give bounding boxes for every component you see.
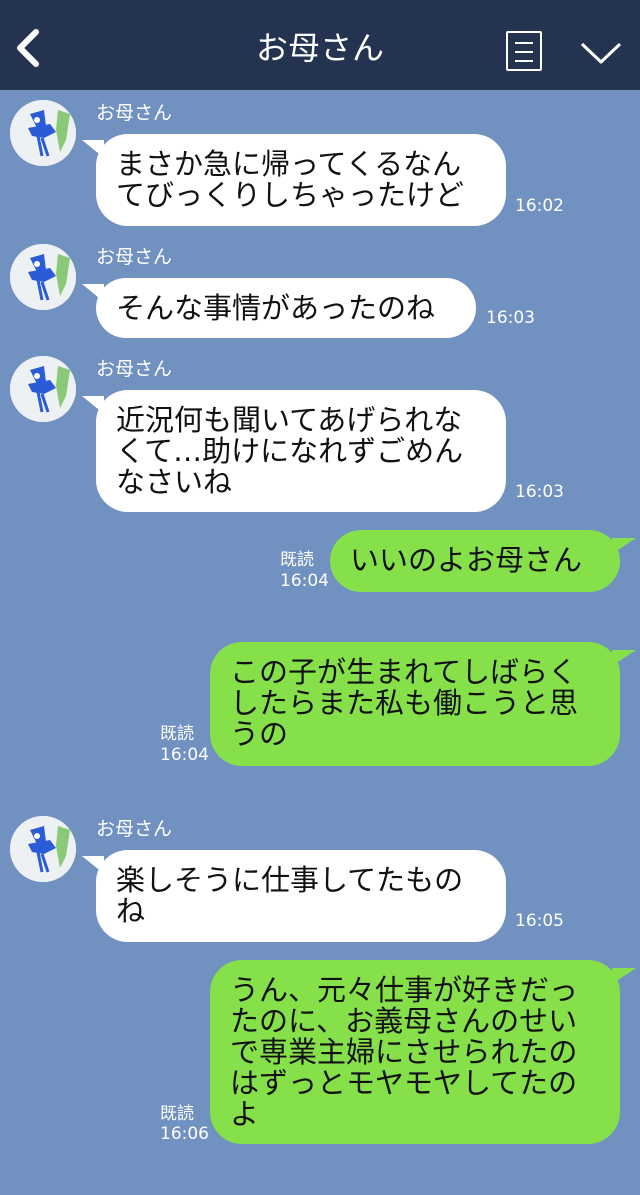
sender-name: お母さん (96, 102, 173, 124)
read-receipt: 既読 (160, 724, 194, 744)
read-receipt: 既読 (160, 1104, 194, 1124)
message-line: たのに、お義母さんのせい (230, 1004, 578, 1038)
message-time: 16:05 (515, 911, 564, 931)
avatar-drawing-icon (10, 356, 76, 422)
message-line: うの (230, 717, 289, 751)
message-line: 楽しそうに仕事してたもの (116, 863, 464, 897)
message-line: したらまた私も働こうと思 (230, 686, 579, 720)
chat-header: お母さん (0, 0, 640, 90)
sender-name: お母さん (96, 246, 173, 268)
message-line: くて…助けになれずごめん (116, 434, 464, 468)
message-line: うん、元々仕事が好きだっ (230, 973, 579, 1007)
chevron-down-icon (580, 42, 622, 64)
message-line: いいのよお母さん (350, 543, 583, 577)
message-line: はずっとモヤモヤしてたの (230, 1066, 578, 1100)
message-line: そんな事情があったのね (116, 291, 436, 325)
menu-list-icon (515, 42, 533, 44)
message-bubble[interactable]: この子が生まれてしばらく したらまた私も働こうと思 うの (210, 642, 636, 766)
message-line: ね (116, 894, 146, 928)
message-line: 近況何も聞いてあげられな (116, 403, 463, 437)
message-line: で専業主婦にさせられたの (230, 1035, 578, 1069)
menu-button[interactable] (506, 31, 542, 71)
message-bubble[interactable]: うん、元々仕事が好きだっ たのに、お義母さんのせい で専業主婦にさせられたの は… (210, 960, 636, 1144)
message-time: 16:06 (160, 1124, 209, 1144)
avatar[interactable] (10, 356, 76, 422)
avatar-drawing-icon (10, 244, 76, 310)
avatar-drawing-icon (10, 816, 76, 882)
message-bubble[interactable]: まさか急に帰ってくるなん てびっくりしちゃったけど (82, 134, 506, 226)
message-bubble[interactable]: 楽しそうに仕事してたもの ね (82, 850, 506, 942)
message-line: よ (230, 1097, 260, 1131)
avatar[interactable] (10, 244, 76, 310)
read-receipt: 既読 (280, 550, 314, 570)
message-time: 16:03 (486, 308, 535, 328)
avatar-drawing-icon (10, 100, 76, 166)
message-line: まさか急に帰ってくるなん (116, 147, 462, 181)
avatar[interactable] (10, 100, 76, 166)
message-time: 16:03 (515, 482, 564, 502)
sender-name: お母さん (96, 358, 173, 380)
message-bubble[interactable]: そんな事情があったのね (82, 278, 476, 338)
message-time: 16:02 (515, 196, 564, 216)
chat-title: お母さん (255, 29, 384, 67)
message-bubble[interactable]: いいのよお母さん (330, 530, 636, 592)
dropdown-button[interactable] (578, 38, 624, 68)
avatar[interactable] (10, 816, 76, 882)
message-line: なさいね (116, 465, 233, 499)
message-time: 16:04 (160, 745, 209, 765)
message-line: てびっくりしちゃったけど (116, 178, 465, 212)
message-line: この子が生まれてしばらく (230, 655, 578, 689)
sender-name: お母さん (96, 818, 173, 840)
message-time: 16:04 (280, 571, 329, 591)
message-bubble[interactable]: 近況何も聞いてあげられな くて…助けになれずごめん なさいね (82, 390, 506, 512)
